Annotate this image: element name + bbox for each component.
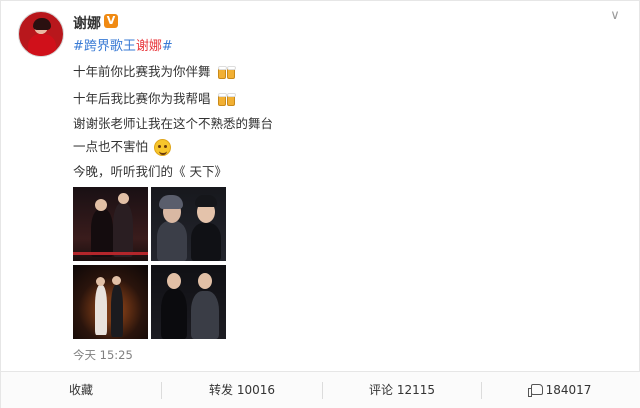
photo-figure-head: [112, 276, 121, 285]
photo-figure-head: [96, 277, 105, 286]
weibo-post-card: 谢娜 V ∨ #跨界歌王谢娜# 十年前你比赛我为你伴舞 十年后我比赛你为我帮唱 …: [0, 0, 640, 408]
post-line-text: 今晚，听听我们的《 天下》: [73, 164, 227, 179]
post-line-2: 十年后我比赛你为我帮唱: [73, 88, 237, 108]
photo-thumbnail-4[interactable]: [151, 265, 226, 339]
photo-stage-light: [73, 252, 148, 255]
post-line-text: 谢谢张老师让我在这个不熟悉的舞台: [73, 116, 274, 131]
photo-figure: [95, 285, 107, 335]
photo-figure: [191, 223, 221, 261]
photo-thumbnail-2[interactable]: [151, 187, 226, 261]
topic-suffix: #: [161, 39, 173, 54]
photo-figure: [111, 285, 123, 337]
photo-figure: [113, 203, 133, 257]
beer-cheers-icon: [217, 65, 237, 81]
verified-icon: V: [104, 14, 118, 28]
post-line-4: 一点也不害怕: [73, 136, 171, 156]
beer-cheers-icon: [217, 92, 237, 108]
post-timestamp[interactable]: 今天 15:25: [73, 347, 133, 363]
photo-figure-head: [167, 273, 181, 289]
smile-icon: [154, 139, 171, 156]
topic-highlight: 谢娜: [135, 39, 162, 54]
photo-figure-head: [118, 193, 129, 204]
photo-thumbnail-3[interactable]: [73, 265, 148, 339]
topic-prefix: #跨界歌王: [73, 39, 136, 54]
like-count: 184017: [545, 383, 592, 397]
photo-figure-head: [198, 273, 212, 289]
post-line-1: 十年前你比赛我为你伴舞: [73, 61, 237, 81]
photo-figure: [91, 209, 113, 257]
post-line-5: 今晚，听听我们的《 天下》: [73, 161, 227, 180]
thumbs-up-icon: [527, 384, 543, 397]
photo-figure: [157, 221, 187, 261]
favorite-button[interactable]: 收藏: [1, 372, 161, 408]
user-name[interactable]: 谢娜: [73, 13, 101, 33]
repost-button[interactable]: 转发 10016: [162, 372, 322, 408]
action-bar: 收藏 转发 10016 评论 12115 184017: [1, 371, 640, 408]
post-line-3: 谢谢张老师让我在这个不熟悉的舞台: [73, 113, 273, 132]
comment-button[interactable]: 评论 12115: [323, 372, 481, 408]
photo-figure-head: [95, 199, 107, 211]
photo-thumbnail-1[interactable]: [73, 187, 148, 261]
photo-hair: [195, 195, 217, 207]
post-line-text: 十年前你比赛我为你伴舞: [73, 64, 211, 79]
like-button[interactable]: 184017: [482, 372, 640, 408]
topic-link[interactable]: #跨界歌王谢娜#: [73, 35, 173, 54]
photo-figure: [161, 289, 187, 339]
post-line-text: 十年后我比赛你为我帮唱: [73, 91, 211, 106]
photo-hair: [159, 195, 183, 209]
avatar[interactable]: [18, 11, 64, 57]
photo-figure: [191, 291, 219, 339]
avatar-robe: [28, 34, 56, 56]
avatar-hair: [33, 18, 51, 30]
post-line-text: 一点也不害怕: [73, 139, 149, 154]
chevron-down-icon[interactable]: ∨: [607, 9, 623, 23]
